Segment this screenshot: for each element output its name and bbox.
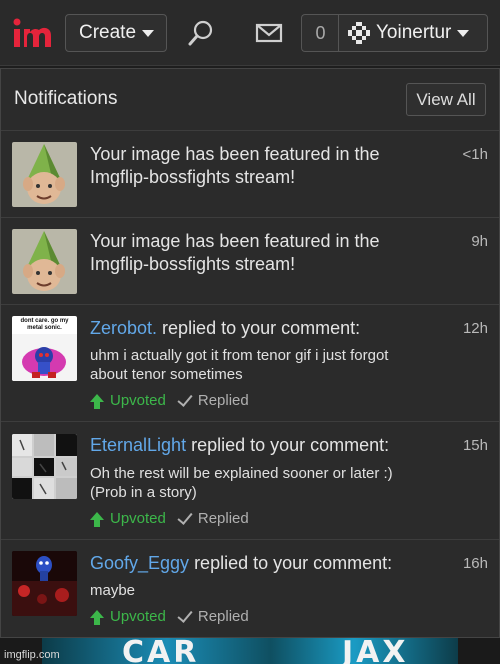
notification-text: Your image has been featured in the: [90, 144, 380, 164]
background-image-strip: CAR JAX: [0, 638, 500, 664]
notification-item[interactable]: dont care. go my metal sonic. Zerobot. r…: [1, 305, 499, 422]
notification-time: <1h: [462, 146, 488, 163]
panel-title: Notifications: [14, 88, 118, 109]
user-menu-button[interactable]: Yoinertur: [338, 14, 488, 52]
reply-button[interactable]: Replied: [177, 390, 249, 409]
view-all-button[interactable]: View All: [406, 83, 486, 116]
banner-text-left: CAR: [122, 638, 200, 664]
notification-time: 15h: [462, 437, 488, 454]
mail-icon[interactable]: [253, 17, 285, 49]
replied-label: Replied: [197, 510, 249, 527]
reply-action-text: replied to your comment:: [186, 435, 390, 455]
username-label: Yoinertur: [376, 22, 452, 43]
chevron-down-icon: [457, 29, 470, 37]
upvote-button[interactable]: Upvoted: [90, 608, 166, 625]
reply-thumbnail: dont care. go my metal sonic.: [12, 316, 77, 381]
notification-text: Your image has been featured in the: [90, 231, 380, 251]
notification-item[interactable]: EternalLight replied to your comment: 15…: [1, 422, 499, 540]
replied-label: Replied: [197, 392, 249, 409]
create-button[interactable]: Create: [65, 14, 167, 52]
checkmark-icon: [177, 508, 193, 525]
notification-item[interactable]: Your image has been featured in the Imgf…: [1, 131, 499, 218]
notification-count[interactable]: 0: [301, 14, 339, 52]
reply-button[interactable]: Replied: [177, 508, 249, 527]
user-avatar-icon: [348, 22, 370, 44]
replied-label: Replied: [197, 608, 249, 625]
reply-action-text: replied to your comment:: [189, 553, 393, 573]
gnome-thumbnail: [12, 229, 77, 294]
create-label: Create: [79, 22, 137, 43]
notification-item[interactable]: Your image has been featured in the Imgf…: [1, 218, 499, 305]
reply-body-text: (Prob in a story): [90, 484, 197, 501]
upvote-arrow-icon: [90, 511, 104, 527]
notification-time: 16h: [462, 555, 488, 572]
upvote-arrow-icon: [90, 609, 104, 625]
notification-text: Imgflip-bossfights stream!: [90, 167, 296, 187]
upvote-arrow-icon: [90, 393, 104, 409]
reply-action-text: replied to your comment:: [157, 318, 361, 338]
reply-user-link[interactable]: Zerobot.: [90, 318, 157, 338]
notification-item[interactable]: Goofy_Eggy replied to your comment: 16h …: [1, 540, 499, 637]
upvoted-label: Upvoted: [110, 608, 166, 625]
reply-user-link[interactable]: Goofy_Eggy: [90, 553, 189, 573]
reply-user-link[interactable]: EternalLight: [90, 435, 186, 455]
notifications-header: Notifications View All: [1, 69, 499, 131]
notification-time: 9h: [471, 233, 488, 250]
imgflip-logo[interactable]: [12, 16, 54, 50]
notification-time: 12h: [462, 320, 488, 337]
upvote-button[interactable]: Upvoted: [90, 392, 166, 409]
reply-thumbnail: [12, 434, 77, 499]
imgflip-watermark: imgflip.com: [4, 649, 60, 661]
background-banner: CAR JAX: [42, 638, 458, 664]
banner-text-right: JAX: [342, 638, 409, 664]
upvoted-label: Upvoted: [110, 392, 166, 409]
checkmark-icon: [177, 606, 193, 623]
checkmark-icon: [177, 390, 193, 407]
gnome-thumbnail: [12, 142, 77, 207]
upvote-button[interactable]: Upvoted: [90, 510, 166, 527]
reply-body-text: uhm i actually got it from tenor gif i j…: [90, 347, 389, 364]
chevron-down-icon: [142, 29, 155, 37]
notification-text: Imgflip-bossfights stream!: [90, 254, 296, 274]
notifications-panel: Notifications View All Your image has be…: [0, 68, 500, 638]
upvoted-label: Upvoted: [110, 510, 166, 527]
top-bar: Create 0 Yoinertur: [0, 0, 500, 66]
reply-thumbnail: [12, 551, 77, 616]
reply-body-text: Oh the rest will be explained sooner or …: [90, 465, 393, 482]
reply-button[interactable]: Replied: [177, 606, 249, 625]
thumbnail-caption: dont care. go my metal sonic.: [20, 318, 69, 331]
reply-body-text: about tenor sometimes: [90, 366, 243, 383]
reply-body-text: maybe: [90, 582, 136, 599]
search-icon[interactable]: [185, 17, 217, 49]
